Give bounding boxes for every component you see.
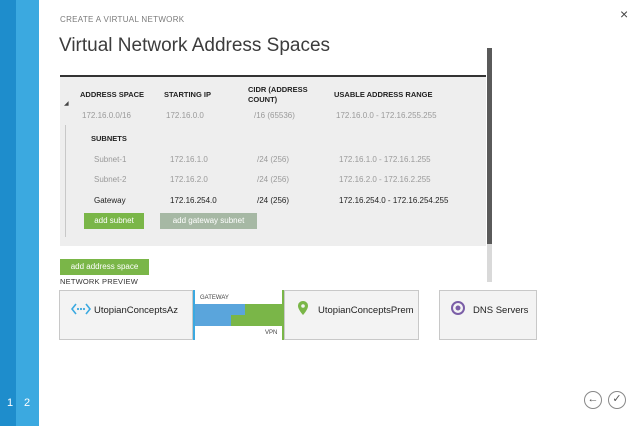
add-gateway-subnet-button[interactable]: add gateway subnet (160, 213, 257, 229)
dns-server-icon (451, 301, 465, 320)
network-preview-title: NETWORK PREVIEW (60, 277, 139, 286)
location-pin-icon (298, 301, 308, 320)
gateway-label: GATEWAY (200, 295, 229, 301)
header-usable-range: USABLE ADDRESS RANGE (334, 90, 433, 99)
virtual-network-icon (70, 302, 92, 321)
header-cidr-line2: COUNT) (248, 95, 278, 104)
step-1[interactable]: 1 (7, 397, 13, 409)
gateway-starting-ip[interactable]: 172.16.254.0 (170, 196, 217, 205)
subnet-cidr[interactable]: /24 (256) (257, 175, 289, 184)
subnet-cidr[interactable]: /24 (256) (257, 155, 289, 164)
dns-servers-label: DNS Servers (473, 305, 529, 316)
collapse-arrow-icon[interactable]: ◢ (64, 100, 69, 107)
address-space-value[interactable]: 172.16.0.0/16 (82, 111, 131, 120)
address-space-table: ADDRESS SPACE STARTING IP CIDR (ADDRESS … (60, 75, 486, 246)
gateway-subnet-name: Gateway (94, 196, 126, 205)
subnet-name[interactable]: Subnet-2 (94, 175, 126, 184)
gateway-range: 172.16.254.0 - 172.16.254.255 (339, 196, 449, 205)
add-address-space-button[interactable]: add address space (60, 259, 149, 275)
header-cidr-line1: CIDR (ADDRESS (248, 85, 308, 94)
virtual-network-card: UtopianConceptsAz (59, 290, 193, 340)
subnet-starting-ip[interactable]: 172.16.1.0 (170, 155, 208, 164)
subnet-range: 172.16.1.0 - 172.16.1.255 (339, 155, 431, 164)
page-title: Virtual Network Address Spaces (59, 35, 331, 56)
gateway-cidr[interactable]: /24 (256) (257, 196, 289, 205)
current-step-highlight (0, 0, 16, 426)
local-network-card: UtopianConceptsPrem (284, 290, 419, 340)
back-arrow-icon[interactable]: ← (584, 391, 602, 409)
address-space-range: 172.16.0.0 - 172.16.255.255 (336, 111, 437, 120)
scrollbar-thumb[interactable] (487, 48, 492, 244)
header-cidr: CIDR (ADDRESS COUNT) (248, 85, 308, 105)
address-space-cidr[interactable]: /16 (65536) (254, 111, 295, 120)
wizard-label: CREATE A VIRTUAL NETWORK (60, 15, 185, 24)
wizard-step-rail (0, 0, 39, 426)
complete-check-icon[interactable]: ✓ (608, 391, 626, 409)
close-icon[interactable]: × (620, 6, 628, 22)
header-starting-ip: STARTING IP (164, 90, 211, 99)
dns-servers-card: DNS Servers (439, 290, 537, 340)
header-address-space: ADDRESS SPACE (80, 90, 145, 99)
address-space-starting-ip[interactable]: 172.16.0.0 (166, 111, 204, 120)
add-subnet-button[interactable]: add subnet (84, 213, 144, 229)
step-2[interactable]: 2 (24, 397, 30, 409)
subnet-group-bar (65, 125, 66, 237)
vpn-label: VPN (265, 330, 278, 336)
subnet-starting-ip[interactable]: 172.16.2.0 (170, 175, 208, 184)
local-network-name: UtopianConceptsPrem (318, 305, 414, 316)
subnets-title: SUBNETS (91, 134, 127, 143)
virtual-network-name: UtopianConceptsAz (94, 305, 178, 316)
subnet-range: 172.16.2.0 - 172.16.2.255 (339, 175, 431, 184)
subnet-name[interactable]: Subnet-1 (94, 155, 126, 164)
